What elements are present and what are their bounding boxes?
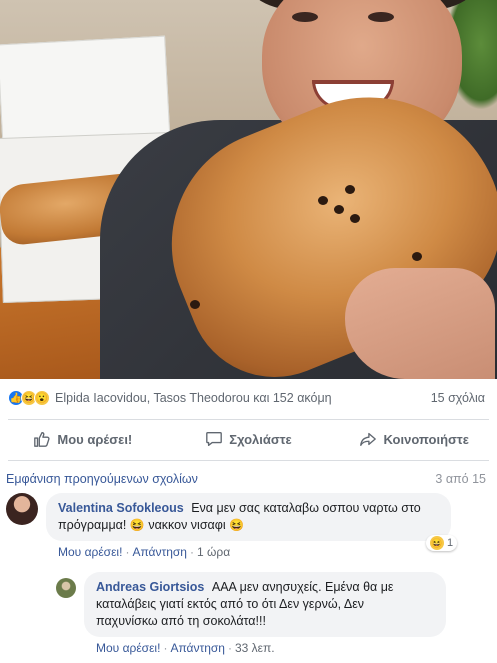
divider bbox=[8, 460, 489, 461]
comment-text: πρόγραμμα! bbox=[58, 518, 127, 532]
share-label: Κοινοποιήστε bbox=[383, 431, 469, 447]
comment-text: Ενα μεν σας καταλαβω οσπου ναρτω στο bbox=[191, 501, 421, 515]
reactions-bar: 👍 😆 😮 Elpida Iacovidou, Tasos Theodorou … bbox=[0, 379, 497, 417]
reaction-icons[interactable]: 👍 😆 😮 bbox=[8, 390, 50, 406]
comment-reaction-badge[interactable]: 😆 1 bbox=[426, 535, 458, 551]
hand bbox=[345, 268, 495, 379]
laughing-emoji-icon: 😆 bbox=[129, 518, 145, 532]
comment-author[interactable]: Valentina Sofokleous bbox=[58, 501, 184, 515]
comment-time[interactable]: 33 λεπ. bbox=[235, 641, 275, 655]
view-previous-comments-link[interactable]: Εμφάνιση προηγούμενων σχολίων bbox=[6, 472, 198, 486]
chocolate-chip bbox=[334, 205, 344, 214]
comments-header: Εμφάνιση προηγούμενων σχολίων 3 από 15 bbox=[6, 472, 486, 486]
post-actions: Μου αρέσει! Σχολιάστε Κοινοποιήστε bbox=[0, 420, 497, 458]
comment-like-link[interactable]: Μου αρέσει! bbox=[96, 641, 160, 655]
reaction-names[interactable]: Elpida Iacovidou, Tasos Theodorou και 15… bbox=[55, 391, 431, 405]
share-arrow-icon bbox=[360, 432, 377, 446]
chocolate-chip bbox=[190, 300, 200, 309]
post-photo[interactable] bbox=[0, 0, 497, 379]
comments-shown-count: 3 από 15 bbox=[435, 472, 486, 486]
wow-icon: 😮 bbox=[34, 390, 50, 406]
reply-comment: Andreas Giortsios ΑΑΑ μεν ανησυχείς. Εμέ… bbox=[56, 572, 446, 655]
comment-icon bbox=[206, 432, 223, 446]
eye-left bbox=[292, 12, 318, 22]
comment-meta: Μου αρέσει! · Απάντηση · 33 λεπ. bbox=[96, 641, 275, 655]
like-label: Μου αρέσει! bbox=[57, 431, 133, 447]
chocolate-chip bbox=[318, 196, 328, 205]
chocolate-chip bbox=[345, 185, 355, 194]
comment-text: ΑΑΑ μεν ανησυχείς. Εμένα θα με bbox=[211, 580, 394, 594]
comment-time[interactable]: 1 ώρα bbox=[197, 545, 230, 559]
haha-icon: 😆 bbox=[430, 536, 444, 550]
avatar[interactable] bbox=[56, 578, 76, 598]
reaction-count: 1 bbox=[447, 537, 454, 549]
comment-bubble: Andreas Giortsios ΑΑΑ μεν ανησυχείς. Εμέ… bbox=[84, 572, 446, 637]
comment: Valentina Sofokleous Ενα μεν σας καταλαβ… bbox=[6, 493, 451, 559]
comments-count[interactable]: 15 σχόλια bbox=[431, 391, 485, 405]
chocolate-chip bbox=[350, 214, 360, 223]
comment-author[interactable]: Andreas Giortsios bbox=[96, 580, 204, 594]
chocolate-chip bbox=[412, 252, 422, 261]
comment-reply-link[interactable]: Απάντηση bbox=[132, 545, 187, 559]
like-button[interactable]: Μου αρέσει! bbox=[0, 420, 166, 458]
eye-right bbox=[368, 12, 394, 22]
comment-like-link[interactable]: Μου αρέσει! bbox=[58, 545, 122, 559]
thumbs-up-icon bbox=[34, 432, 50, 447]
comment-text: καταλάβεις γιατί εκτός από το ότι Δεν γε… bbox=[96, 597, 365, 611]
comment-text: παχυνίσκω από τη σοκολάτα!!! bbox=[96, 614, 266, 628]
avatar[interactable] bbox=[6, 493, 38, 525]
comment-text: νακκον νισαφι bbox=[148, 518, 226, 532]
laughing-emoji-icon: 😆 bbox=[229, 518, 245, 532]
comment-reply-link[interactable]: Απάντηση bbox=[170, 641, 225, 655]
comment-button[interactable]: Σχολιάστε bbox=[166, 420, 332, 458]
comment-meta: Μου αρέσει! · Απάντηση · 1 ώρα bbox=[58, 545, 231, 559]
comment-bubble: Valentina Sofokleous Ενα μεν σας καταλαβ… bbox=[46, 493, 451, 541]
comment-label: Σχολιάστε bbox=[229, 431, 292, 447]
share-button[interactable]: Κοινοποιήστε bbox=[331, 420, 497, 458]
